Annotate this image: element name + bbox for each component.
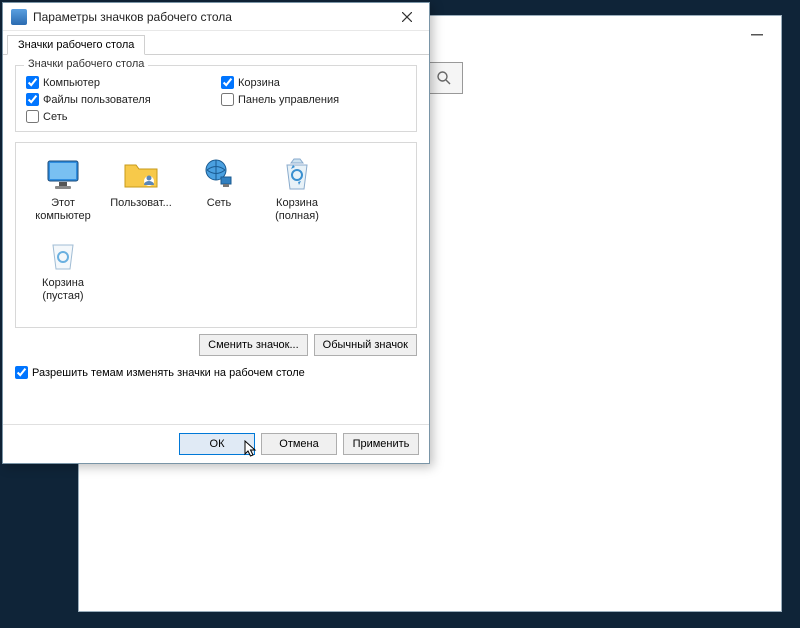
icon-recycle-empty-label: Корзина (пустая) bbox=[24, 277, 102, 302]
checkbox-userfiles-label: Файлы пользователя bbox=[43, 94, 151, 106]
cancel-button[interactable]: Отмена bbox=[261, 433, 337, 455]
checkbox-recycle-input[interactable] bbox=[221, 76, 234, 89]
dialog-icon bbox=[11, 9, 27, 25]
allow-themes-checkbox[interactable]: Разрешить темам изменять значки на рабоч… bbox=[15, 366, 417, 379]
default-icon-button[interactable]: Обычный значок bbox=[314, 334, 417, 356]
checkbox-recycle-label: Корзина bbox=[238, 77, 280, 89]
groupbox-label: Значки рабочего стола bbox=[24, 58, 148, 70]
checkbox-network-label: Сеть bbox=[43, 111, 67, 123]
checkbox-network-input[interactable] bbox=[26, 110, 39, 123]
allow-themes-label: Разрешить темам изменять значки на рабоч… bbox=[32, 367, 305, 379]
checkbox-computer[interactable]: Компьютер bbox=[26, 76, 211, 89]
icon-this-pc-label: Этот компьютер bbox=[24, 197, 102, 222]
globe-network-icon bbox=[199, 155, 239, 195]
checkbox-userfiles-input[interactable] bbox=[26, 93, 39, 106]
monitor-icon bbox=[43, 155, 83, 195]
dialog-footer: ОК Отмена Применить bbox=[3, 424, 429, 463]
icon-user-files-label: Пользоват... bbox=[110, 197, 172, 210]
minimize-button[interactable] bbox=[743, 24, 773, 36]
icon-network-label: Сеть bbox=[207, 197, 231, 210]
folder-user-icon bbox=[121, 155, 161, 195]
checkbox-groupbox: Значки рабочего стола Компьютер Корзина … bbox=[15, 65, 417, 132]
ok-button[interactable]: ОК bbox=[179, 433, 255, 455]
checkbox-network[interactable]: Сеть bbox=[26, 110, 211, 123]
dialog-title: Параметры значков рабочего стола bbox=[33, 10, 391, 24]
icon-preview-box: Этот компьютер Пользоват... Сеть bbox=[15, 142, 417, 328]
dialog-titlebar: Параметры значков рабочего стола bbox=[3, 3, 429, 31]
checkbox-control-label: Панель управления bbox=[238, 94, 339, 106]
recycle-full-icon bbox=[277, 155, 317, 195]
checkbox-control[interactable]: Панель управления bbox=[221, 93, 406, 106]
allow-themes-input[interactable] bbox=[15, 366, 28, 379]
checkbox-control-input[interactable] bbox=[221, 93, 234, 106]
icon-network[interactable]: Сеть bbox=[180, 151, 258, 231]
icon-recycle-empty[interactable]: Корзина (пустая) bbox=[24, 231, 102, 311]
desktop-icons-dialog: Параметры значков рабочего стола Значки … bbox=[2, 2, 430, 464]
icon-this-pc[interactable]: Этот компьютер bbox=[24, 151, 102, 231]
icon-recycle-full-label: Корзина (полная) bbox=[258, 197, 336, 222]
checkbox-recycle[interactable]: Корзина bbox=[221, 76, 406, 89]
change-icon-button[interactable]: Сменить значок... bbox=[199, 334, 308, 356]
tab-strip: Значки рабочего стола bbox=[3, 33, 429, 55]
icon-user-files[interactable]: Пользоват... bbox=[102, 151, 180, 231]
close-button[interactable] bbox=[391, 6, 423, 28]
checkbox-computer-label: Компьютер bbox=[43, 77, 100, 89]
recycle-empty-icon bbox=[43, 235, 83, 275]
checkbox-userfiles[interactable]: Файлы пользователя bbox=[26, 93, 211, 106]
apply-button[interactable]: Применить bbox=[343, 433, 419, 455]
tab-desktop-icons[interactable]: Значки рабочего стола bbox=[7, 35, 145, 55]
dialog-body: Значки рабочего стола Компьютер Корзина … bbox=[3, 55, 429, 424]
search-icon bbox=[436, 70, 452, 86]
icon-recycle-full[interactable]: Корзина (полная) bbox=[258, 151, 336, 231]
checkbox-computer-input[interactable] bbox=[26, 76, 39, 89]
